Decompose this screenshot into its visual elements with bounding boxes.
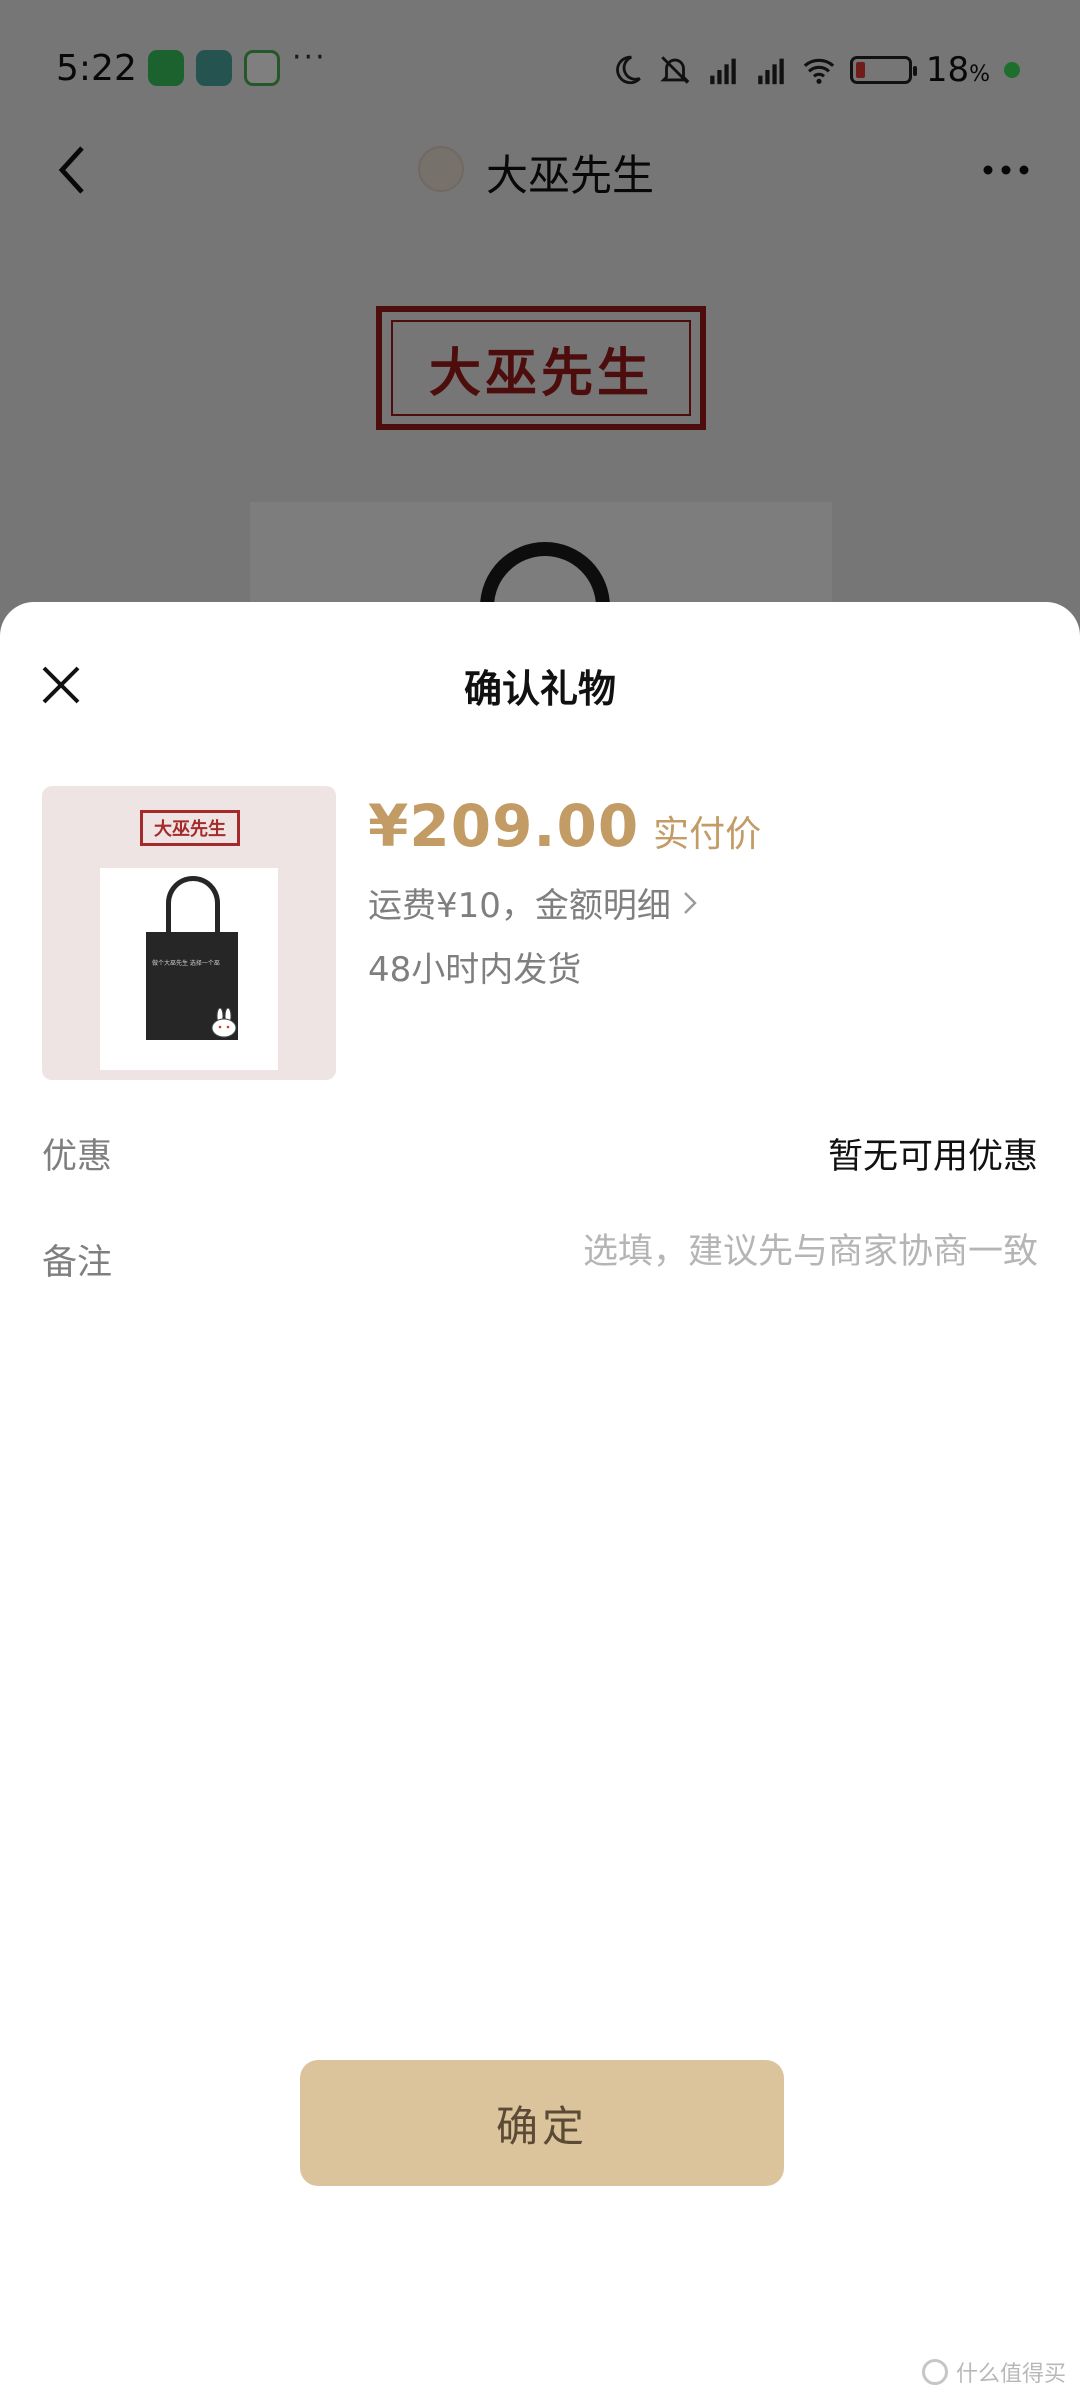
watermark-logo-icon xyxy=(921,2359,948,2385)
product-thumbnail[interactable]: 大巫先生 做个大巫先生 选择一个巫 xyxy=(42,786,336,1080)
sheet-title: 确认礼物 xyxy=(463,667,616,711)
remark-input[interactable] xyxy=(478,1220,1038,1284)
remark-label: 备注 xyxy=(42,1243,113,1283)
discount-label: 优惠 xyxy=(42,1137,113,1177)
price-label: 实付价 xyxy=(653,814,762,855)
thumb-card: 做个大巫先生 选择一个巫 xyxy=(100,868,278,1070)
confirm-button[interactable]: 确定 xyxy=(300,2060,784,2186)
thumb-logo: 大巫先生 xyxy=(140,810,240,846)
confirm-gift-sheet: 确认礼物 大巫先生 做个大巫先生 选择一个巫 ¥209.00 实付价 运费¥10… xyxy=(0,602,1080,2400)
thumb-bag-handle xyxy=(166,876,220,938)
watermark: 什么值得买 xyxy=(921,2356,1066,2388)
price: ¥209.00 xyxy=(368,792,640,860)
discount-value[interactable]: 暂无可用优惠 xyxy=(828,1128,1038,1179)
delivery-time: 48小时内发货 xyxy=(368,950,582,990)
bag-print-text: 做个大巫先生 选择一个巫 xyxy=(152,960,220,967)
bunny-icon xyxy=(211,1008,237,1038)
shipping-detail-link[interactable]: 运费¥10，金额明细 xyxy=(368,878,699,927)
price-row: ¥209.00 实付价 xyxy=(368,792,761,860)
chevron-right-icon xyxy=(684,891,697,914)
watermark-text: 什么值得买 xyxy=(955,2362,1066,2387)
shipping-text: 运费¥10，金额明细 xyxy=(368,886,671,926)
